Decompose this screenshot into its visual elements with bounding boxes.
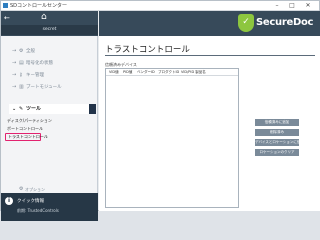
title-bar: SDコントロールセンター – □ ✕ <box>1 1 319 11</box>
options-icon: ⚙ <box>19 186 24 192</box>
sidebar-item-general[interactable]: → ⚙ 全般 <box>1 47 98 56</box>
shield-icon: ✓ <box>238 14 254 32</box>
chevron-right-icon: → <box>12 84 17 90</box>
column-product-id[interactable]: プロダクトID <box>158 70 179 75</box>
column-product-name[interactable]: VID/PID 製品名 <box>181 70 206 75</box>
add-device-location-button[interactable]: デバイスとロケーションに信頼を追加 <box>255 139 299 146</box>
boot-icon: ▥ <box>19 84 24 90</box>
securedoc-logo: ✓ SecureDoc <box>238 14 316 33</box>
add-trusted-button[interactable]: 信頼済みに追加 <box>255 119 299 126</box>
home-button[interactable]: ⌂ <box>41 12 47 22</box>
clear-location-button[interactable]: ロケーションのクリア <box>255 149 299 156</box>
key-icon: ⚷ <box>19 72 23 78</box>
window-title: SDコントロールセンター <box>10 3 68 9</box>
quick-info-title: クイック情報 <box>17 199 44 204</box>
title-divider <box>105 55 315 56</box>
chevron-down-icon: ⌄ <box>12 106 17 112</box>
sidebar-item-tools[interactable]: ⌄ ✎ ツール <box>9 104 89 114</box>
app-icon <box>3 3 8 8</box>
user-label: secret <box>1 25 98 35</box>
quick-info-text: 前期: TrustedControls <box>17 208 59 213</box>
maximize-button[interactable]: □ <box>286 1 298 11</box>
sub-item-trust-control[interactable]: トラストコントロール <box>5 133 48 141</box>
column-vid[interactable]: VID値 <box>109 70 119 75</box>
sidebar-item-boot-module[interactable]: → ▥ ブートモジュール <box>1 83 98 92</box>
list-header: VID値 PID値 ベンダーID プロダクトID VID/PID 製品名 <box>106 69 238 76</box>
app-window: SDコントロールセンター – □ ✕ ← ⌂ secret → ⚙ 全般 → ▤… <box>0 0 320 221</box>
logo-text: SecureDoc <box>256 17 314 28</box>
main-header: ✓ SecureDoc <box>99 11 320 36</box>
remove-button[interactable]: 削除済み <box>255 129 299 136</box>
sub-item-boot-control[interactable]: ボートコントロール <box>7 126 43 132</box>
active-indicator <box>89 104 96 114</box>
chevron-right-icon: → <box>12 60 17 66</box>
page-title: トラストコントロール <box>105 45 190 55</box>
disk-icon: ▤ <box>19 60 24 66</box>
main-panel: ✓ SecureDoc トラストコントロール 信頼済みデバイス VID値 PID… <box>99 11 320 211</box>
column-pid[interactable]: PID値 <box>123 70 132 75</box>
column-vendor-id[interactable]: ベンダーID <box>137 70 155 75</box>
close-button[interactable]: ✕ <box>302 1 314 11</box>
sidebar-item-key-management[interactable]: → ⚷ キー管理 <box>1 71 98 80</box>
back-button[interactable]: ← <box>4 14 10 22</box>
sidebar-header: ← ⌂ secret <box>1 11 98 36</box>
gear-icon: ⚙ <box>19 48 24 54</box>
sub-item-disk-partition[interactable]: ディスク/パーティション <box>7 118 52 124</box>
sidebar: ← ⌂ secret → ⚙ 全般 → ▤ 暗号化の状態 → ⚷ キー管理 → … <box>1 11 98 221</box>
minimize-button[interactable]: – <box>271 1 283 11</box>
quick-info-panel: i クイック情報 前期: TrustedControls <box>1 193 98 221</box>
chevron-right-icon: → <box>12 48 17 54</box>
wrench-icon: ✎ <box>19 106 24 112</box>
sidebar-item-encryption-status[interactable]: → ▤ 暗号化の状態 <box>1 59 98 68</box>
chevron-right-icon: → <box>12 72 17 78</box>
trusted-devices-list[interactable]: VID値 PID値 ベンダーID プロダクトID VID/PID 製品名 <box>105 68 239 208</box>
info-icon: i <box>5 197 13 205</box>
